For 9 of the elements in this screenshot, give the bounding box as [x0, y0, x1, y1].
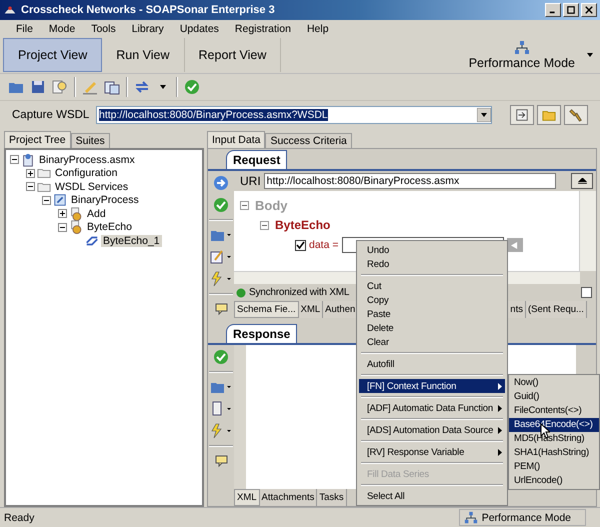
uri-label: URI	[240, 174, 261, 188]
sync-status: Synchronized with XML	[249, 287, 350, 298]
status-text: Ready	[4, 512, 36, 524]
field-label: data =	[309, 239, 338, 251]
operation-label: ByteEcho	[275, 218, 330, 232]
capture-wsdl-label: Capture WSDL	[12, 109, 90, 121]
window-title: Crosscheck Networks - SOAPSonar Enterprise 3	[21, 4, 275, 16]
status-mode: Performance Mode	[482, 512, 571, 524]
body-label: Body	[255, 198, 288, 212]
